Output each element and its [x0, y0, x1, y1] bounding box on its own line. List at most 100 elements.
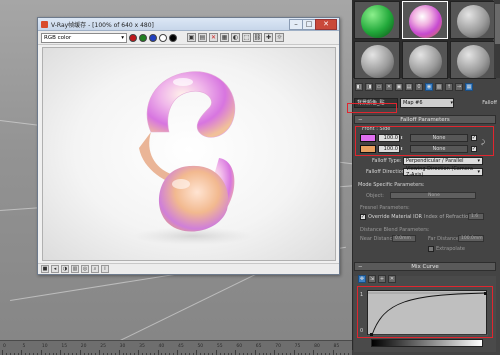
- save-icon[interactable]: ▣: [187, 33, 196, 42]
- show-shaded-icon[interactable]: ◉: [425, 83, 433, 91]
- material-slot[interactable]: [450, 41, 496, 79]
- clear-icon[interactable]: ✕: [209, 33, 218, 42]
- color1-swatch[interactable]: [360, 134, 376, 142]
- left-icon[interactable]: ◂: [51, 265, 59, 273]
- timeline-tick-label: 20: [80, 344, 87, 349]
- timeline-tick: [352, 350, 353, 355]
- red-channel-icon[interactable]: [129, 33, 137, 42]
- falloff-parameters-rollout[interactable]: − Falloff Parameters: [354, 115, 496, 124]
- lens-icon[interactable]: ◎: [81, 265, 89, 273]
- history-icon[interactable]: ▥: [71, 265, 79, 273]
- timeline-tick: [138, 350, 140, 355]
- extrapolate-label: Extrapolate: [436, 246, 465, 252]
- material-slot[interactable]: [354, 41, 400, 79]
- slots-scrollbar[interactable]: [494, 0, 500, 78]
- curve-min-label: 0: [360, 328, 364, 334]
- alpha-channel-icon[interactable]: [159, 33, 167, 42]
- color1-map-button[interactable]: None: [410, 134, 468, 142]
- zoom-icon[interactable]: ⌕: [91, 265, 99, 273]
- material-name-field[interactable]: 背景颜色_贴: [354, 97, 398, 108]
- reset-map-icon[interactable]: ✕: [385, 83, 393, 91]
- far-distance-field[interactable]: 100.0mm: [458, 235, 484, 242]
- close-button[interactable]: ✕: [315, 18, 337, 30]
- vray-app-icon: [41, 20, 48, 28]
- put-to-scene-icon[interactable]: ◨: [365, 83, 373, 91]
- material-name-row: 背景颜色_贴 Map #6 ▾ Falloff: [353, 96, 500, 109]
- region-icon[interactable]: ⬚: [242, 33, 251, 42]
- options-icon[interactable]: ▦: [465, 83, 473, 91]
- timeline-tick-label: 70: [275, 344, 281, 349]
- object-pick-button[interactable]: None: [390, 192, 476, 199]
- material-slot[interactable]: [354, 1, 400, 39]
- swap-colors-icon[interactable]: ⤸: [481, 139, 485, 147]
- make-unique-icon[interactable]: ▣: [395, 83, 403, 91]
- timeline-tick: [293, 350, 295, 355]
- lut-icon[interactable]: ◐: [231, 33, 240, 42]
- collapse-icon: −: [358, 263, 363, 270]
- go-to-parent-icon[interactable]: ↑: [445, 83, 453, 91]
- material-slot[interactable]: [402, 41, 448, 79]
- move-point-icon[interactable]: ✥: [358, 275, 366, 283]
- go-forward-icon[interactable]: →: [455, 83, 463, 91]
- vray-frame-buffer-window[interactable]: V-Ray帧缓存 - [100% of 640 x 480] – □ ✕ RGB…: [37, 17, 340, 275]
- falloff-type-select[interactable]: Perpendicular / Parallel ▾: [403, 157, 483, 165]
- extrapolate-checkbox[interactable]: [428, 246, 434, 252]
- stamp-icon[interactable]: ▦: [220, 33, 229, 42]
- material-sphere-icon: [409, 45, 442, 78]
- color2-map-button[interactable]: None: [410, 145, 468, 153]
- vfb-status-bar: ■ ◂ ◑ ▥ ◎ ⌕ i: [38, 263, 339, 274]
- timeline-tick: [21, 350, 23, 355]
- material-slot-active[interactable]: [402, 1, 448, 39]
- timeline-tick-label: 5: [22, 344, 26, 349]
- spinner-icon[interactable]: ⬍: [400, 146, 403, 151]
- timeline[interactable]: 0 5 10 15 20 25 30 35 40 45 50 55 60 65 70 75 80 85: [0, 340, 353, 355]
- near-distance-field[interactable]: 0.0mm: [392, 235, 416, 242]
- ior-field[interactable]: 1.6: [468, 213, 484, 220]
- render-image: [42, 47, 336, 261]
- stop-icon[interactable]: ■: [41, 265, 49, 273]
- vfb-title-bar[interactable]: V-Ray帧缓存 - [100% of 640 x 480] – □ ✕: [38, 18, 339, 31]
- timeline-tick-label: 30: [119, 344, 126, 349]
- mix-curve-rollout[interactable]: − Mix Curve: [354, 262, 496, 271]
- get-material-icon[interactable]: ◧: [355, 83, 363, 91]
- color1-map-toggle[interactable]: ✓: [471, 135, 477, 141]
- map-name-field[interactable]: Map #6 ▾: [400, 97, 454, 108]
- info-icon[interactable]: i: [101, 265, 109, 273]
- link-icon[interactable]: ⛓: [253, 33, 262, 42]
- assign-material-icon[interactable]: ▭: [375, 83, 383, 91]
- color2-map-toggle[interactable]: ✓: [471, 146, 477, 152]
- mix-curve-graph[interactable]: [367, 290, 488, 336]
- show-end-result-icon[interactable]: ▥: [435, 83, 443, 91]
- scale-point-icon[interactable]: ⇲: [368, 275, 376, 283]
- track-icon[interactable]: ✚: [264, 33, 273, 42]
- timeline-tick: [118, 350, 120, 355]
- timeline-tick-label: 65: [255, 344, 262, 349]
- mono-channel-icon[interactable]: [169, 33, 177, 42]
- spinner-icon[interactable]: ⬍: [400, 135, 403, 140]
- delete-point-icon[interactable]: ✕: [388, 275, 396, 283]
- put-to-library-icon[interactable]: ▤: [405, 83, 413, 91]
- add-point-icon[interactable]: +: [378, 275, 386, 283]
- far-distance-label: Far Distance:: [428, 236, 461, 242]
- color2-amount[interactable]: 100.0: [378, 145, 400, 153]
- material-id-icon[interactable]: 0: [415, 83, 423, 91]
- save-all-icon[interactable]: ▤: [198, 33, 207, 42]
- falloff-direction-select[interactable]: Viewing Direction (Camera Z-Axis) ▾: [403, 166, 483, 178]
- timeline-tick-label: 85: [333, 344, 340, 349]
- vfb-title: V-Ray帧缓存 - [100% of 640 x 480]: [51, 21, 154, 29]
- material-slot[interactable]: [450, 1, 496, 39]
- contrast-icon[interactable]: ◑: [61, 265, 69, 273]
- blue-channel-icon[interactable]: [149, 33, 157, 42]
- falloff-type-value: Perpendicular / Parallel: [406, 158, 464, 164]
- color2-swatch[interactable]: [360, 145, 376, 153]
- green-channel-icon[interactable]: [139, 33, 147, 42]
- material-slots: [353, 0, 496, 79]
- map-type-button[interactable]: Falloff: [482, 100, 500, 106]
- color1-amount[interactable]: 100.0: [378, 134, 400, 142]
- chevron-down-icon: ▾: [477, 158, 480, 164]
- channel-select[interactable]: RGB color ▾: [41, 32, 127, 43]
- override-ior-checkbox[interactable]: ✓: [360, 214, 366, 220]
- maximize-button[interactable]: □: [302, 18, 316, 30]
- render-icon[interactable]: ☼: [275, 33, 284, 42]
- minimize-button[interactable]: –: [289, 18, 303, 30]
